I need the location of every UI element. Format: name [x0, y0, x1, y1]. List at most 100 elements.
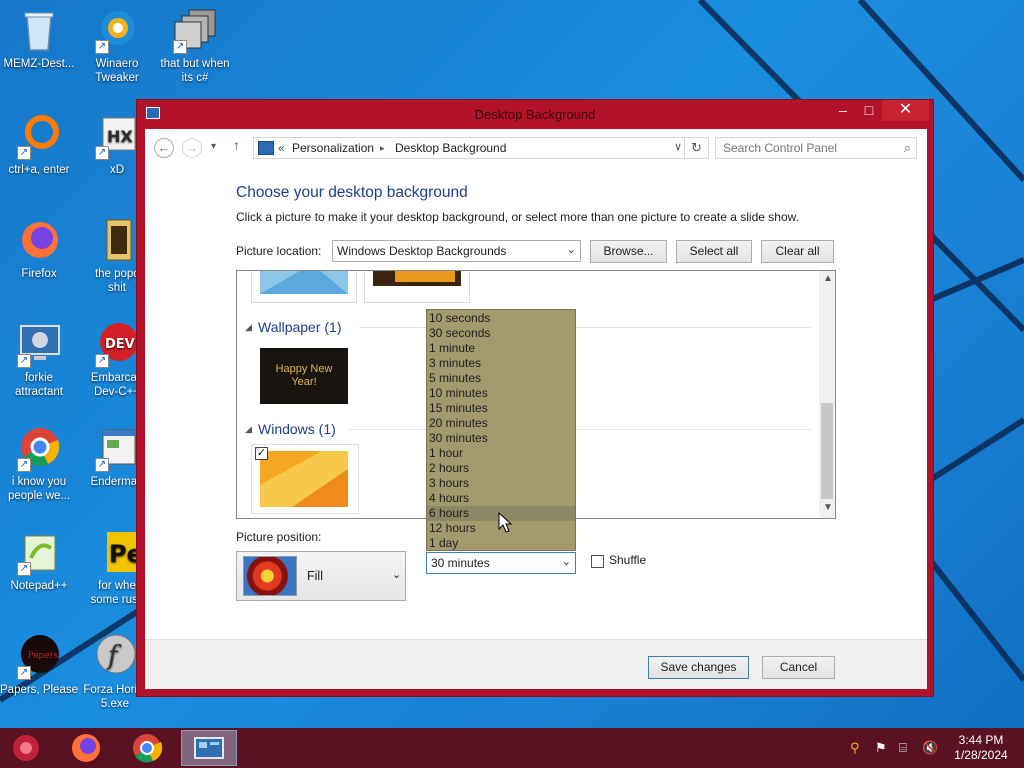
shortcut-arrow-icon: ↗ [17, 666, 31, 680]
search-input[interactable] [716, 138, 892, 158]
breadcrumb-desktop-background[interactable]: Desktop Background [395, 141, 506, 155]
scroll-up-icon[interactable]: ▲ [823, 273, 833, 284]
breadcrumb-separator[interactable]: ▸ [380, 143, 385, 154]
recycle-bin-icon [15, 6, 63, 54]
shuffle-label[interactable]: Shuffle [609, 553, 646, 567]
address-dropdown-icon[interactable]: ∨ [674, 140, 682, 153]
chevron-down-icon: ⌄ [392, 569, 402, 581]
shortcut-arrow-icon: ↗ [95, 354, 109, 368]
interval-option[interactable]: 15 minutes [427, 401, 575, 416]
interval-option[interactable]: 1 hour [427, 446, 575, 461]
search-icon[interactable]: ⌕ [904, 140, 911, 156]
page-description: Click a picture to make it your desktop … [236, 210, 799, 224]
interval-option[interactable]: 3 hours [427, 476, 575, 491]
up-button[interactable]: ↑ [233, 137, 240, 153]
scroll-down-icon[interactable]: ▼ [823, 502, 833, 513]
shortcut-arrow-icon: ↗ [17, 458, 31, 472]
network-icon[interactable]: ⌸ [899, 740, 907, 756]
group-header-wallpaper[interactable]: Wallpaper (1) [258, 319, 342, 335]
search-tray-icon[interactable]: ⚲ [850, 740, 860, 756]
maximize-button[interactable]: □ [856, 100, 882, 121]
desktop-icon-winaero[interactable]: ↗ Winaero Tweaker [78, 6, 156, 85]
interval-option[interactable]: 30 minutes [427, 431, 575, 446]
collapse-icon[interactable]: ◢ [245, 424, 252, 435]
desktop-icon-forkie[interactable]: ↗ forkie attractant [0, 320, 78, 399]
breadcrumb-overflow[interactable]: « [278, 141, 285, 155]
change-picture-interval-select[interactable]: 30 minutes ⌄ [426, 552, 576, 574]
clear-all-button[interactable]: Clear all [761, 240, 834, 263]
shortcut-arrow-icon: ↗ [17, 562, 31, 576]
desktop-icon-label: Notepad++ [10, 580, 68, 592]
desktop-icon-notepad[interactable]: ↗ Notepad++ [0, 528, 78, 593]
picture-thumbnail-happy-new-year[interactable]: Happy New Year! [251, 341, 357, 409]
desktop-icon-papers[interactable]: Papers ↗ Papers, Please [0, 632, 78, 697]
volume-muted-icon[interactable]: 🔇 [922, 740, 938, 756]
shortcut-arrow-icon: ↗ [17, 354, 31, 368]
taskbar-chrome[interactable] [121, 730, 173, 766]
interval-option[interactable]: 2 hours [427, 461, 575, 476]
save-changes-button[interactable]: Save changes [648, 656, 749, 679]
search-box[interactable]: ⌕ [715, 137, 917, 159]
gallery-scrollbar[interactable]: ▲ ▼ [819, 271, 835, 518]
desktop-icon-label: Papers, Please [0, 684, 78, 696]
recent-locations-icon[interactable]: ▾ [211, 141, 216, 152]
interval-option[interactable]: 1 minute [427, 341, 575, 356]
interval-value: 30 minutes [431, 556, 490, 570]
picture-checkbox[interactable]: ✓ [255, 447, 268, 460]
desktop-icon-label: that but when its c# [160, 58, 230, 84]
title-bar[interactable]: Desktop Background – □ ✕ [137, 100, 933, 128]
interval-option[interactable]: 5 minutes [427, 371, 575, 386]
taskbar-firefox[interactable] [60, 730, 112, 766]
picture-thumbnail[interactable] [251, 271, 357, 303]
address-bar[interactable]: « Personalization ▸ Desktop Background ∨… [253, 137, 709, 159]
minimize-button[interactable]: – [830, 100, 856, 121]
shuffle-checkbox[interactable] [591, 555, 604, 568]
interval-option[interactable]: 1 day [427, 536, 575, 551]
close-button[interactable]: ✕ [882, 100, 929, 121]
shortcut-arrow-icon: ↗ [95, 146, 109, 160]
browse-button[interactable]: Browse... [590, 240, 667, 263]
desktop-background-window: Desktop Background – □ ✕ ← → ▾ ↑ « Perso… [136, 99, 934, 697]
desktop-icon-label: MEMZ-Dest... [3, 58, 75, 70]
back-button[interactable]: ← [154, 138, 174, 158]
desktop-icon-firefox[interactable]: Firefox [0, 216, 78, 281]
picture-thumbnail[interactable] [364, 271, 470, 303]
scrollbar-thumb[interactable] [821, 403, 833, 499]
file-icon [93, 216, 141, 264]
group-header-windows[interactable]: Windows (1) [258, 421, 336, 437]
firefox-icon [15, 216, 63, 264]
interval-option[interactable]: 30 seconds [427, 326, 575, 341]
position-preview-image [243, 556, 297, 596]
select-all-button[interactable]: Select all [676, 240, 752, 263]
interval-option[interactable]: 20 minutes [427, 416, 575, 431]
collapse-icon[interactable]: ◢ [245, 322, 252, 333]
interval-option[interactable]: 3 minutes [427, 356, 575, 371]
interval-option[interactable]: 10 seconds [427, 311, 575, 326]
flag-icon[interactable]: ⚑ [875, 740, 887, 756]
picture-position-value: Fill [307, 569, 323, 583]
desktop-icon-thatbut[interactable]: ↗ that but when its c# [156, 6, 234, 85]
thumbnail-caption: Happy New Year! [275, 363, 333, 388]
orange-ring-icon: ↗ [15, 112, 63, 160]
shortcut-arrow-icon: ↗ [95, 458, 109, 472]
forward-button[interactable]: → [182, 138, 202, 158]
picture-position-select[interactable]: Fill ⌄ [236, 551, 406, 601]
refresh-icon[interactable]: ↻ [684, 138, 708, 158]
desktop-icon-memz[interactable]: MEMZ-Dest... [0, 6, 78, 71]
picture-location-select[interactable]: Windows Desktop Backgrounds ⌄ [332, 240, 581, 262]
system-clock[interactable]: 3:44 PM 1/28/2024 [950, 733, 1012, 763]
desktop-icon-chrome[interactable]: ↗ i know you people we... [0, 424, 78, 503]
interval-option[interactable]: 4 hours [427, 491, 575, 506]
group-divider [349, 429, 811, 430]
desktop-icon-ctrla[interactable]: ↗ ctrl+a, enter [0, 112, 78, 177]
svg-text:DEV: DEV [105, 337, 135, 352]
cancel-button[interactable]: Cancel [762, 656, 835, 679]
page-title: Choose your desktop background [236, 184, 468, 201]
taskbar-control-panel[interactable] [181, 730, 237, 766]
start-button[interactable] [0, 730, 52, 766]
breadcrumb-personalization[interactable]: Personalization [292, 141, 374, 155]
shortcut-arrow-icon: ↗ [17, 146, 31, 160]
notepadpp-icon: ↗ [15, 528, 63, 576]
chrome-icon: ↗ [15, 424, 63, 472]
interval-option[interactable]: 10 minutes [427, 386, 575, 401]
